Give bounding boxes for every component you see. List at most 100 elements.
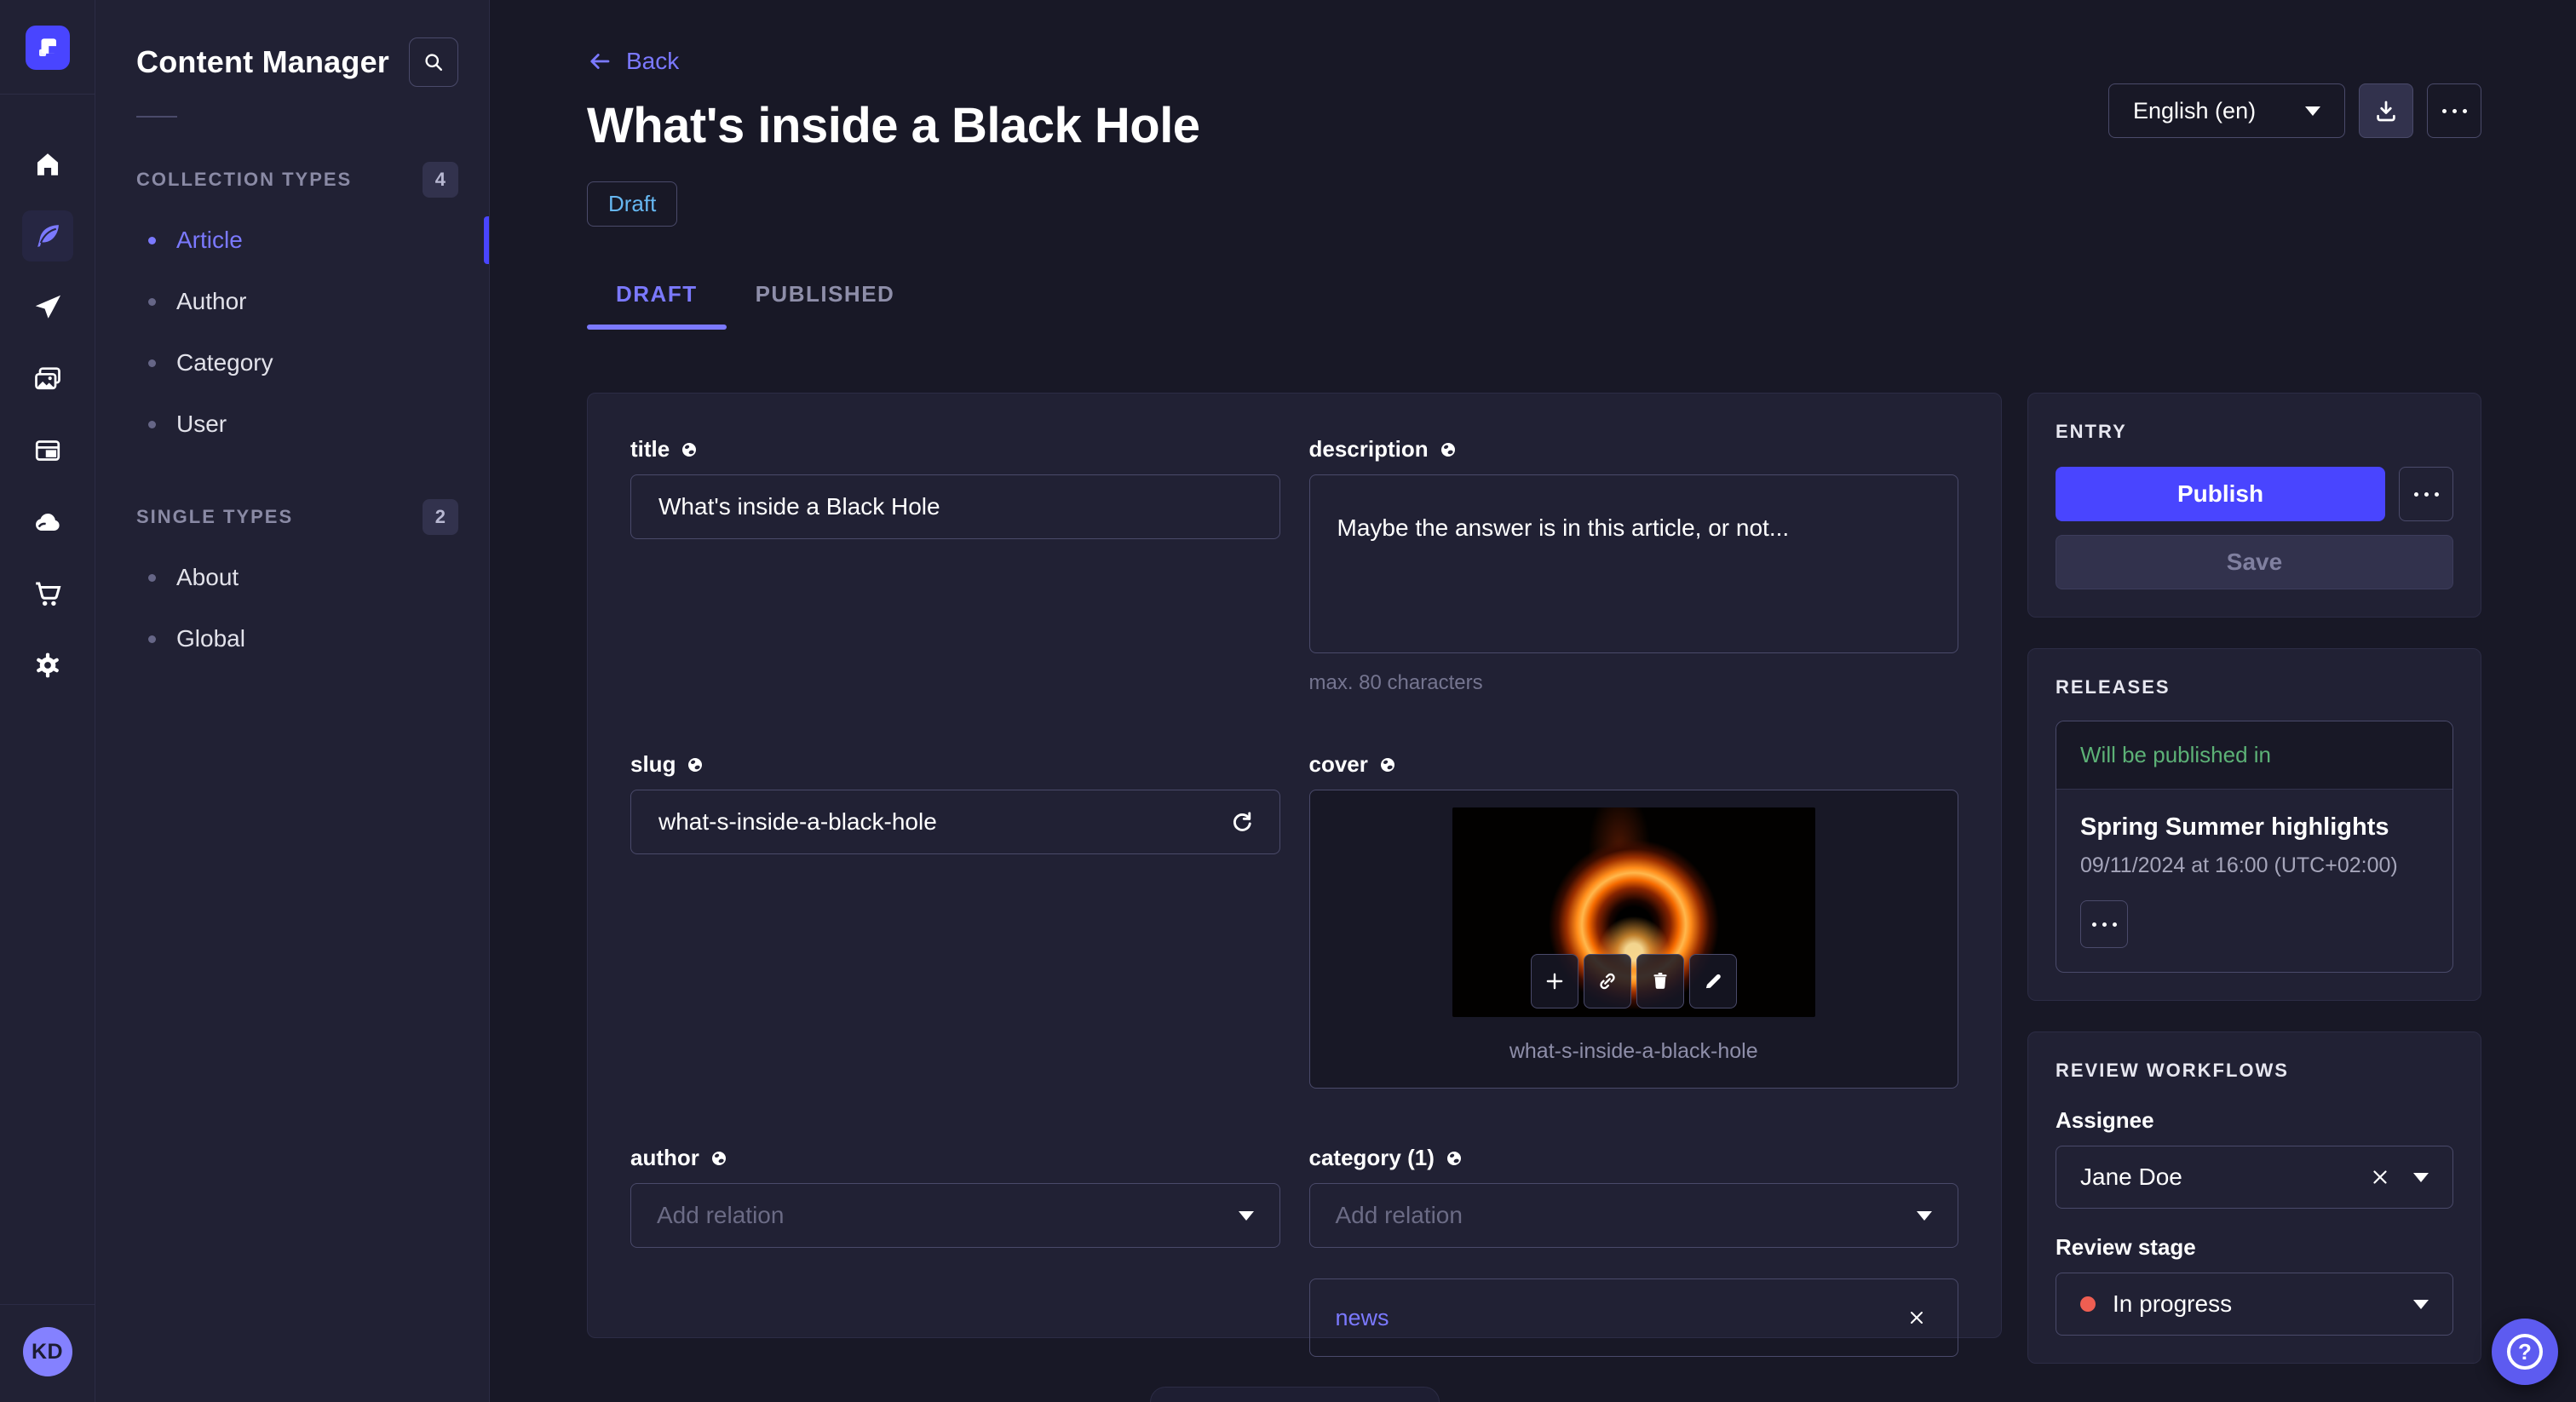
media-library-icon[interactable] <box>22 353 73 405</box>
title-input[interactable] <box>630 474 1280 539</box>
back-label: Back <box>626 48 680 74</box>
relation-link-news[interactable]: news <box>1336 1305 1389 1331</box>
title-field-label: title <box>630 436 670 462</box>
chevron-down-icon <box>2305 106 2320 116</box>
slug-input[interactable] <box>630 790 1280 854</box>
category-field-label: category (1) <box>1308 1145 1435 1170</box>
copy-link-button[interactable] <box>1583 954 1631 1008</box>
subnav-title: Content Manager <box>136 44 390 79</box>
releases-panel: RELEASES Will be published in Spring Sum… <box>2027 648 2481 1001</box>
sidebar-item-about[interactable]: About <box>95 547 489 608</box>
locale-value: English (en) <box>2133 97 2257 124</box>
collection-types-list: Article Author Category User <box>95 210 489 455</box>
entry-panel: ENTRY Publish Save <box>2027 393 2481 618</box>
content-manager-icon[interactable] <box>21 210 73 261</box>
release-date: 09/11/2024 at 16:00 (UTC+02:00) <box>2080 853 2398 877</box>
cover-filename: what-s-inside-a-black-hole <box>1509 1039 1758 1063</box>
tab-draft[interactable]: DRAFT <box>587 281 727 330</box>
slug-field-label: slug <box>630 751 676 777</box>
regenerate-slug-button[interactable] <box>1226 806 1258 838</box>
page-header: Back What's inside a Black Hole Draft En… <box>587 48 2481 227</box>
remove-relation-button[interactable] <box>1901 1302 1932 1333</box>
bullet-icon <box>148 297 156 306</box>
more-icon <box>2413 491 2439 497</box>
rail-nav <box>21 139 73 1304</box>
sidebar-item-label: About <box>176 564 239 590</box>
back-link[interactable]: Back <box>587 48 1200 75</box>
help-button[interactable]: ? <box>2492 1319 2558 1385</box>
cover-media-box: what-s-inside-a-black-hole <box>1308 790 1958 1089</box>
entry-more-button[interactable] <box>2399 467 2453 521</box>
releases-icon[interactable] <box>22 282 73 333</box>
pencil-icon <box>1705 974 1721 989</box>
add-media-button[interactable] <box>1530 954 1578 1008</box>
sidebar-item-author[interactable]: Author <box>95 271 489 332</box>
section-label: SINGLE TYPES <box>136 506 294 527</box>
i18n-globe-icon <box>1446 1151 1461 1165</box>
bullet-icon <box>148 573 156 582</box>
version-tabs: DRAFT PUBLISHED <box>587 281 2481 330</box>
author-field-label: author <box>630 1145 699 1170</box>
sidebar-item-category[interactable]: Category <box>95 332 489 394</box>
release-more-button[interactable] <box>2080 900 2128 948</box>
assignee-label: Assignee <box>2056 1107 2154 1133</box>
deploy-cloud-icon[interactable] <box>22 497 73 548</box>
more-icon <box>2091 922 2117 927</box>
sidebar-item-user[interactable]: User <box>95 394 489 455</box>
section-label: COLLECTION TYPES <box>136 169 353 190</box>
category-field-group: category (1) Add relation news <box>1308 1145 1958 1357</box>
sidebar-item-label: User <box>176 411 227 437</box>
export-button[interactable] <box>2359 83 2413 138</box>
sidebar-item-article[interactable]: Article <box>95 210 489 271</box>
search-button[interactable] <box>409 37 458 87</box>
status-badge: Draft <box>587 181 678 227</box>
entry-panel-title: ENTRY <box>2056 421 2127 442</box>
edit-media-button[interactable] <box>1688 954 1737 1008</box>
bullet-icon <box>148 635 156 643</box>
question-mark-icon: ? <box>2507 1334 2543 1370</box>
description-helper-text: max. 80 characters <box>1308 671 1483 694</box>
release-card: Will be published in Spring Summer highl… <box>2056 721 2453 973</box>
edit-form-card: title description Maybe the answer is in… <box>587 393 2002 1357</box>
content-type-builder-icon[interactable] <box>22 425 73 476</box>
author-relation-select[interactable]: Add relation <box>630 1183 1280 1248</box>
home-icon[interactable] <box>22 139 73 190</box>
category-relation-select[interactable]: Add relation <box>1308 1183 1958 1248</box>
delete-media-button[interactable] <box>1636 954 1684 1008</box>
collapsed-bottom-panel[interactable] <box>1150 1387 1440 1402</box>
i18n-globe-icon <box>711 1151 726 1165</box>
sidebar-item-global[interactable]: Global <box>95 608 489 669</box>
locale-select[interactable]: English (en) <box>2108 83 2345 138</box>
search-icon <box>425 54 443 72</box>
review-stage-label: Review stage <box>2056 1234 2196 1260</box>
review-stage-select[interactable]: In progress <box>2056 1273 2453 1336</box>
refresh-icon <box>1233 812 1251 831</box>
assignee-combobox[interactable]: Jane Doe <box>2056 1146 2453 1209</box>
single-types-list: About Global <box>95 547 489 669</box>
i18n-globe-icon <box>1380 757 1394 772</box>
sidebar-item-label: Author <box>176 288 247 314</box>
content-manager-sidebar: Content Manager COLLECTION TYPES 4 Artic… <box>95 0 490 1402</box>
i18n-globe-icon <box>682 442 697 457</box>
description-field-label: description <box>1308 436 1429 462</box>
save-button[interactable]: Save <box>2056 535 2453 589</box>
strapi-logo[interactable] <box>25 26 70 70</box>
clear-icon[interactable] <box>2369 1166 2391 1188</box>
main-nav-rail: KD <box>0 0 95 1402</box>
sidebar-item-label: Global <box>176 625 245 652</box>
avatar-initials: KD <box>31 1339 64 1364</box>
settings-gear-icon[interactable] <box>22 640 73 691</box>
chevron-down-icon <box>1238 1210 1254 1221</box>
marketplace-cart-icon[interactable] <box>22 568 73 619</box>
tab-published[interactable]: PUBLISHED <box>727 281 924 330</box>
more-actions-button[interactable] <box>2427 83 2481 138</box>
logo-section <box>0 0 95 95</box>
cover-toolbar <box>1530 954 1737 1008</box>
description-field-group: description Maybe the answer is in this … <box>1308 436 1958 695</box>
user-avatar[interactable]: KD <box>22 1327 72 1376</box>
strapi-logo-icon <box>38 38 56 56</box>
arrow-left-icon <box>590 54 610 69</box>
plus-icon <box>1546 973 1563 990</box>
description-textarea[interactable]: Maybe the answer is in this article, or … <box>1308 474 1958 653</box>
publish-button[interactable]: Publish <box>2056 467 2385 521</box>
